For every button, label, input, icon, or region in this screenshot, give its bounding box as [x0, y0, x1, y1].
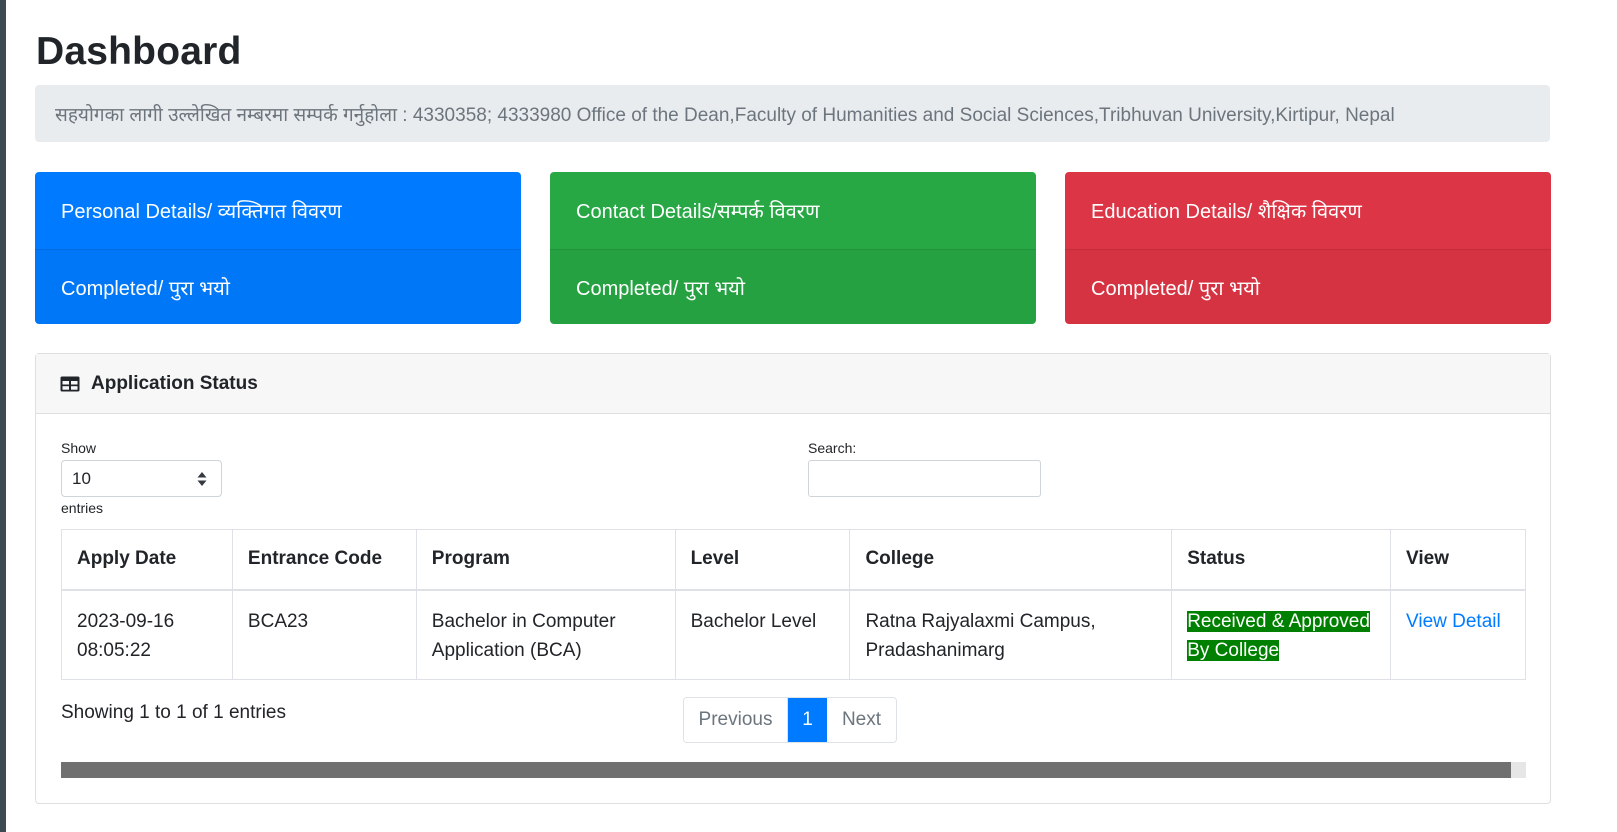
page-1-button[interactable]: 1: [788, 698, 827, 742]
card-title: Contact Details/सम्पर्क विवरण: [550, 172, 1036, 250]
card-title: Education Details/ शैक्षिक विवरण: [1065, 172, 1551, 250]
card-status: Completed/ पुरा भयो: [1065, 250, 1551, 324]
personal-details-card[interactable]: Personal Details/ व्यक्तिगत विवरण Comple…: [35, 172, 521, 324]
show-label: Show: [61, 440, 97, 456]
table-icon: [60, 376, 80, 391]
contact-info-text: सहयोगका लागी उल्लेखित नम्बरमा सम्पर्क गर…: [55, 104, 1395, 126]
next-page-button[interactable]: Next: [827, 698, 896, 742]
application-status-panel: Application Status Show 10 entries Searc…: [35, 353, 1551, 804]
search-input[interactable]: [808, 460, 1041, 497]
horizontal-scrollbar[interactable]: [61, 762, 1526, 778]
apply-date-cell: 2023-09-16 08:05:22: [61, 589, 233, 680]
program-cell: Bachelor in Computer Application (BCA): [415, 589, 676, 680]
scrollbar-thumb[interactable]: [61, 762, 1511, 778]
level-cell: Bachelor Level: [674, 589, 851, 680]
left-edge-bar: [0, 0, 6, 832]
pagination: Previous 1 Next: [683, 697, 897, 743]
view-cell: View Detail: [1390, 589, 1526, 680]
table-row: 2023-09-16 08:05:22 BCA23 Bachelor in Co…: [61, 589, 1526, 680]
column-header-status[interactable]: Status: [1171, 529, 1392, 591]
view-detail-link[interactable]: View Detail: [1406, 611, 1501, 632]
column-header-college[interactable]: College: [849, 529, 1173, 591]
select-arrows-icon: [197, 472, 207, 486]
search-label: Search:: [808, 440, 857, 456]
previous-page-button[interactable]: Previous: [684, 698, 788, 742]
card-status: Completed/ पुरा भयो: [35, 250, 521, 324]
column-header-apply-date[interactable]: Apply Date: [61, 529, 233, 591]
card-title: Personal Details/ व्यक्तिगत विवरण: [35, 172, 521, 250]
column-header-view[interactable]: View: [1390, 529, 1526, 591]
panel-header: Application Status: [36, 354, 1550, 414]
page-title: Dashboard: [36, 30, 242, 73]
status-badge: Received & Approved By College: [1187, 610, 1370, 661]
card-status: Completed/ पुरा भयो: [550, 250, 1036, 324]
showing-entries-text: Showing 1 to 1 of 1 entries: [61, 702, 286, 723]
status-cell: Received & Approved By College: [1171, 589, 1392, 680]
panel-title: Application Status: [91, 372, 258, 394]
entries-per-page-select[interactable]: 10: [61, 460, 222, 497]
table-header-row: Apply Date Entrance Code Program Level C…: [61, 529, 1526, 591]
column-header-program[interactable]: Program: [415, 529, 676, 591]
contact-details-card[interactable]: Contact Details/सम्पर्क विवरण Completed/…: [550, 172, 1036, 324]
education-details-card[interactable]: Education Details/ शैक्षिक विवरण Complet…: [1065, 172, 1551, 324]
entries-label: entries: [61, 500, 104, 516]
entries-per-page-value: 10: [72, 468, 91, 488]
entrance-code-cell: BCA23: [231, 589, 417, 680]
column-header-entrance-code[interactable]: Entrance Code: [231, 529, 417, 591]
column-header-level[interactable]: Level: [674, 529, 851, 591]
college-cell: Ratna Rajyalaxmi Campus, Pradashanimarg: [849, 589, 1173, 680]
application-table: Apply Date Entrance Code Program Level C…: [61, 529, 1526, 680]
contact-info-bar: सहयोगका लागी उल्लेखित नम्बरमा सम्पर्क गर…: [35, 85, 1550, 142]
